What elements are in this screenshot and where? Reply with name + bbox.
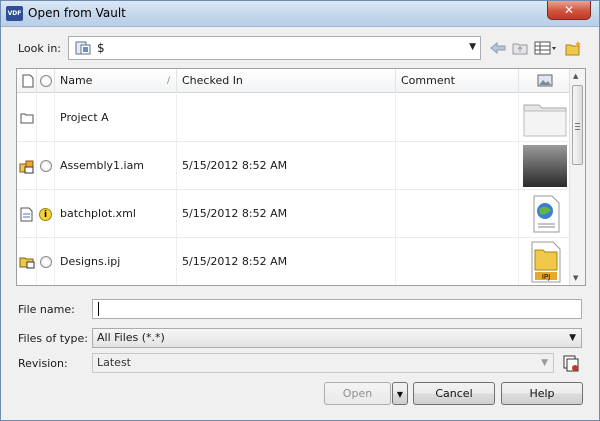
file-row-designs[interactable]: Designs.ipj 5/15/2012 8:52 AM IPJ <box>17 238 570 285</box>
ipj-thumbnail-icon: IPJ <box>531 241 561 283</box>
open-from-vault-dialog: VDF Open from Vault ✕ Look in: $ ▼ Name … <box>0 0 600 421</box>
header-comment-label: Comment <box>401 74 455 87</box>
help-button[interactable]: Help <box>501 382 583 405</box>
back-button[interactable] <box>488 38 508 58</box>
header-name[interactable]: Name / <box>55 69 177 93</box>
file-name: Assembly1.iam <box>55 142 177 189</box>
file-name-label: File name: <box>18 303 75 316</box>
scroll-up-icon[interactable]: ▲ <box>573 72 578 80</box>
vault-app-icon: VDF <box>6 6 23 21</box>
checked-in-date: 5/15/2012 8:52 AM <box>177 238 396 285</box>
file-row-batchplot[interactable]: i batchplot.xml 5/15/2012 8:52 AM <box>17 190 570 238</box>
thumbnail-cell: IPJ <box>519 238 570 285</box>
project-file-icon <box>19 257 35 269</box>
back-arrow-icon <box>490 41 506 55</box>
thumbnail-cell <box>519 94 570 141</box>
cancel-button[interactable]: Cancel <box>413 382 495 405</box>
row-type-cell <box>17 142 37 189</box>
header-checked-in-label: Checked In <box>182 74 243 87</box>
file-name: Designs.ipj <box>55 238 177 285</box>
revision-label: Revision: <box>18 357 68 370</box>
chevron-down-icon: ▼ <box>541 358 548 368</box>
new-folder-icon <box>565 41 581 56</box>
header-checked-in[interactable]: Checked In <box>177 69 396 93</box>
view-list-icon <box>534 41 556 55</box>
scroll-thumb[interactable] <box>572 85 583 165</box>
row-type-cell <box>17 238 37 285</box>
vertical-scrollbar[interactable]: ▲ ▼ <box>569 69 585 285</box>
status-radio-icon <box>40 75 52 87</box>
header-name-label: Name <box>60 74 93 87</box>
file-name: Project A <box>55 94 177 141</box>
file-name-input[interactable] <box>92 299 582 319</box>
file-list[interactable]: Name / Checked In Comment Project A Asse… <box>16 68 586 286</box>
files-of-type-select[interactable]: All Files (*.*) ▼ <box>92 328 582 348</box>
status-radio-icon <box>40 160 52 172</box>
file-list-header: Name / Checked In Comment <box>17 69 570 93</box>
close-icon: ✕ <box>563 3 575 17</box>
checked-in-date <box>177 94 396 141</box>
comment <box>396 190 519 237</box>
row-type-cell <box>17 94 37 141</box>
up-folder-button[interactable] <box>510 38 530 58</box>
folder-thumbnail-icon <box>523 104 567 137</box>
revision-options-button[interactable] <box>561 353 581 373</box>
chevron-down-icon[interactable]: ▼ <box>469 42 476 52</box>
file-name: batchplot.xml <box>55 190 177 237</box>
open-button[interactable]: Open <box>324 382 391 405</box>
chevron-down-icon: ▼ <box>396 390 404 399</box>
look-in-combo[interactable]: $ ▼ <box>68 36 481 60</box>
header-status-col[interactable] <box>37 69 55 93</box>
row-type-cell <box>17 190 37 237</box>
look-in-label: Look in: <box>18 42 61 55</box>
thumbnail-cell <box>519 190 570 237</box>
ipj-label: IPJ <box>542 273 550 281</box>
files-of-type-value: All Files (*.*) <box>97 331 165 344</box>
status-radio-icon <box>40 256 52 268</box>
xml-file-icon <box>20 207 33 221</box>
revision-select[interactable]: Latest ▼ <box>92 353 554 373</box>
files-of-type-label: Files of type: <box>18 332 89 345</box>
chevron-down-icon[interactable]: ▼ <box>569 329 576 347</box>
header-thumbnail[interactable] <box>519 69 570 93</box>
comment <box>396 142 519 189</box>
file-row-project-a[interactable]: Project A <box>17 94 570 142</box>
open-options-button[interactable]: ▼ <box>392 382 408 405</box>
close-button[interactable]: ✕ <box>547 1 591 20</box>
assembly-thumbnail-icon <box>523 145 567 187</box>
row-status-cell: i <box>37 190 55 237</box>
row-status-cell <box>37 94 55 141</box>
sort-indicator-icon: / <box>166 76 170 86</box>
vault-icon <box>75 41 91 55</box>
folder-icon <box>20 113 34 124</box>
thumbnail-cell <box>519 142 570 189</box>
xml-thumbnail-icon <box>533 195 560 233</box>
assembly-icon <box>19 160 34 173</box>
new-folder-button[interactable] <box>564 38 584 58</box>
scroll-down-icon[interactable]: ▼ <box>573 274 578 282</box>
revision-history-icon <box>563 355 579 372</box>
title-bar[interactable]: VDF Open from Vault ✕ <box>1 1 599 27</box>
window-title: Open from Vault <box>28 6 126 20</box>
image-icon <box>537 74 553 87</box>
comment <box>396 238 519 285</box>
checked-in-date: 5/15/2012 8:52 AM <box>177 142 396 189</box>
comment <box>396 94 519 141</box>
document-icon <box>22 74 34 88</box>
row-status-cell <box>37 238 55 285</box>
look-in-value: $ <box>97 41 105 55</box>
info-status-icon: i <box>39 207 52 221</box>
header-type-col[interactable] <box>17 69 37 93</box>
revision-value: Latest <box>97 356 131 369</box>
up-folder-icon <box>512 43 528 55</box>
checked-in-date: 5/15/2012 8:52 AM <box>177 190 396 237</box>
views-menu-button[interactable] <box>532 38 560 58</box>
text-cursor <box>98 302 99 316</box>
row-status-cell <box>37 142 55 189</box>
header-comment[interactable]: Comment <box>396 69 519 93</box>
file-row-assembly1[interactable]: Assembly1.iam 5/15/2012 8:52 AM <box>17 142 570 190</box>
